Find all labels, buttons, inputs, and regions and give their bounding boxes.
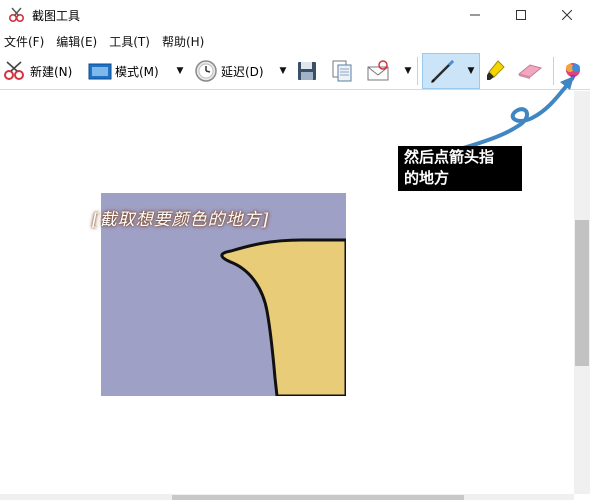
copy-button[interactable]	[330, 54, 354, 88]
new-button[interactable]: 新建(N)	[3, 54, 72, 88]
rectangle-mode-icon	[88, 63, 112, 80]
minimize-button[interactable]	[452, 0, 498, 30]
delay-dropdown-arrow[interactable]: ▼	[277, 54, 289, 88]
scissors-icon	[4, 61, 24, 80]
send-dropdown-arrow[interactable]: ▼	[402, 54, 414, 88]
menu-tools[interactable]: 工具(T)	[109, 33, 150, 50]
save-button[interactable]	[296, 54, 318, 88]
mode-button[interactable]: 模式(M)	[88, 54, 159, 88]
clock-icon	[195, 60, 217, 82]
window-title: 截图工具	[32, 8, 81, 23]
vertical-scrollbar-thumb[interactable]	[575, 220, 589, 366]
save-icon	[298, 62, 316, 80]
menu-bar: 文件(F) 编辑(E) 工具(T) 帮助(H)	[0, 31, 216, 51]
annotation-arrow	[448, 76, 574, 154]
new-button-label: 新建(N)	[30, 64, 73, 79]
maximize-icon	[516, 10, 526, 20]
delay-button-label: 延迟(D)	[221, 64, 264, 79]
copy-icon	[332, 60, 352, 82]
snipping-tool-app-icon	[6, 4, 28, 26]
delay-button[interactable]: 延迟(D)	[194, 54, 264, 88]
mode-button-label: 模式(M)	[115, 64, 159, 79]
annotation-line-2: 的地方	[404, 169, 450, 187]
send-snip-button[interactable]	[366, 54, 392, 88]
horizontal-scrollbar-thumb[interactable]	[172, 495, 464, 500]
minimize-icon	[470, 14, 480, 16]
mode-dropdown-arrow[interactable]: ▼	[174, 54, 186, 88]
capture-caption: [截取想要颜色的地方]	[92, 210, 270, 230]
menu-edit[interactable]: 编辑(E)	[56, 33, 97, 50]
close-button[interactable]	[544, 0, 590, 30]
menu-help[interactable]: 帮助(H)	[162, 33, 204, 50]
send-email-icon	[367, 60, 389, 81]
toolbar-separator	[417, 57, 418, 85]
title-bar: 截图工具	[0, 0, 590, 30]
maximize-button[interactable]	[498, 0, 544, 30]
annotation-line-1: 然后点箭头指	[404, 148, 495, 166]
close-icon	[562, 10, 572, 20]
menu-file[interactable]: 文件(F)	[4, 33, 44, 50]
annotation-note: 然后点箭头指 的地方	[398, 146, 522, 191]
